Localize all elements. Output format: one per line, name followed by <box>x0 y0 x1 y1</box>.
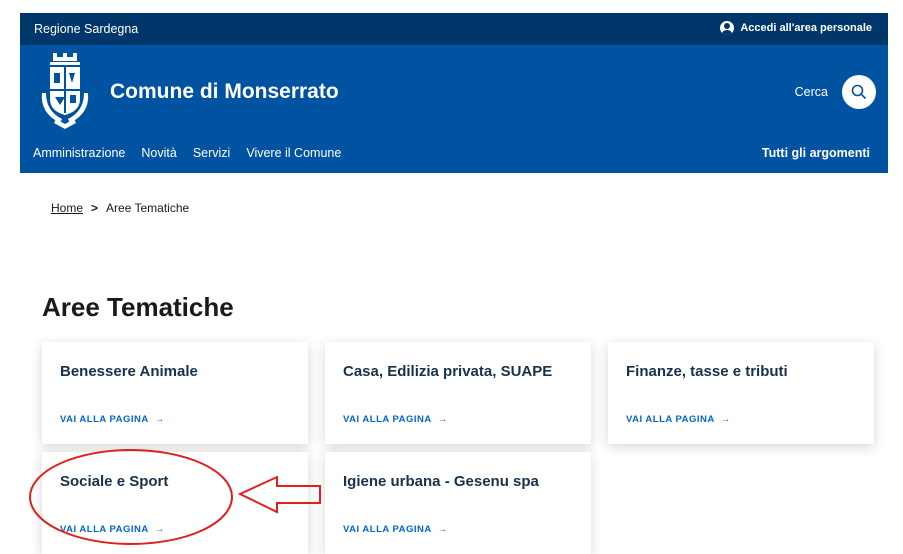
center-header: Comune di Monserrato Cerca <box>20 45 888 140</box>
card-link-label: VAI ALLA PAGINA <box>60 524 149 535</box>
arrow-right-icon: → <box>154 414 165 425</box>
card-link-label: VAI ALLA PAGINA <box>60 414 149 425</box>
breadcrumb: Home > Aree Tematiche <box>51 201 189 215</box>
nav-items: Amministrazione Novità Servizi Vivere il… <box>33 146 341 160</box>
card-title[interactable]: Casa, Edilizia privata, SUAPE <box>343 363 552 380</box>
page-title: Aree Tematiche <box>42 292 234 322</box>
region-link[interactable]: Regione Sardegna <box>34 22 138 36</box>
breadcrumb-home[interactable]: Home <box>51 201 83 215</box>
search-label: Cerca <box>794 85 828 99</box>
card-link[interactable]: VAI ALLA PAGINA → <box>60 524 165 535</box>
nav-item-novita[interactable]: Novità <box>141 146 176 160</box>
arrow-right-icon: → <box>720 414 731 425</box>
login-label: Accedi all'area personale <box>740 22 872 34</box>
card-link-label: VAI ALLA PAGINA <box>343 414 432 425</box>
arrow-right-icon: → <box>437 414 448 425</box>
arrow-right-icon: → <box>437 524 448 535</box>
card-igiene-urbana[interactable]: Igiene urbana - Gesenu spa VAI ALLA PAGI… <box>325 452 591 554</box>
search-icon <box>851 84 867 100</box>
card-link[interactable]: VAI ALLA PAGINA → <box>343 414 448 425</box>
card-sociale-sport[interactable]: Sociale e Sport VAI ALLA PAGINA → <box>42 452 308 554</box>
card-link-label: VAI ALLA PAGINA <box>343 524 432 535</box>
site-title[interactable]: Comune di Monserrato <box>110 80 339 104</box>
nav-item-servizi[interactable]: Servizi <box>193 146 231 160</box>
card-link[interactable]: VAI ALLA PAGINA → <box>343 524 448 535</box>
login-link[interactable]: Accedi all'area personale <box>720 21 872 35</box>
user-icon <box>720 21 735 35</box>
municipality-crest-icon[interactable] <box>40 53 90 131</box>
breadcrumb-current: Aree Tematiche <box>106 201 190 215</box>
nav-all-topics[interactable]: Tutti gli argomenti <box>762 146 870 160</box>
breadcrumb-separator: > <box>91 201 99 215</box>
nav-item-amministrazione[interactable]: Amministrazione <box>33 146 125 160</box>
card-title[interactable]: Igiene urbana - Gesenu spa <box>343 473 539 490</box>
card-finanze-tasse[interactable]: Finanze, tasse e tributi VAI ALLA PAGINA… <box>608 342 874 444</box>
card-casa-edilizia[interactable]: Casa, Edilizia privata, SUAPE VAI ALLA P… <box>325 342 591 444</box>
card-link[interactable]: VAI ALLA PAGINA → <box>60 414 165 425</box>
card-link[interactable]: VAI ALLA PAGINA → <box>626 414 731 425</box>
nav-item-vivere-il-comune[interactable]: Vivere il Comune <box>246 146 341 160</box>
slim-header: Regione Sardegna Accedi all'area persona… <box>20 13 888 45</box>
card-title[interactable]: Finanze, tasse e tributi <box>626 363 788 380</box>
main-nav: Amministrazione Novità Servizi Vivere il… <box>20 140 888 173</box>
arrow-right-icon: → <box>154 524 165 535</box>
card-benessere-animale[interactable]: Benessere Animale VAI ALLA PAGINA → <box>42 342 308 444</box>
card-link-label: VAI ALLA PAGINA <box>626 414 715 425</box>
card-title[interactable]: Benessere Animale <box>60 363 198 380</box>
search-button[interactable] <box>842 75 876 109</box>
card-title[interactable]: Sociale e Sport <box>60 473 168 490</box>
